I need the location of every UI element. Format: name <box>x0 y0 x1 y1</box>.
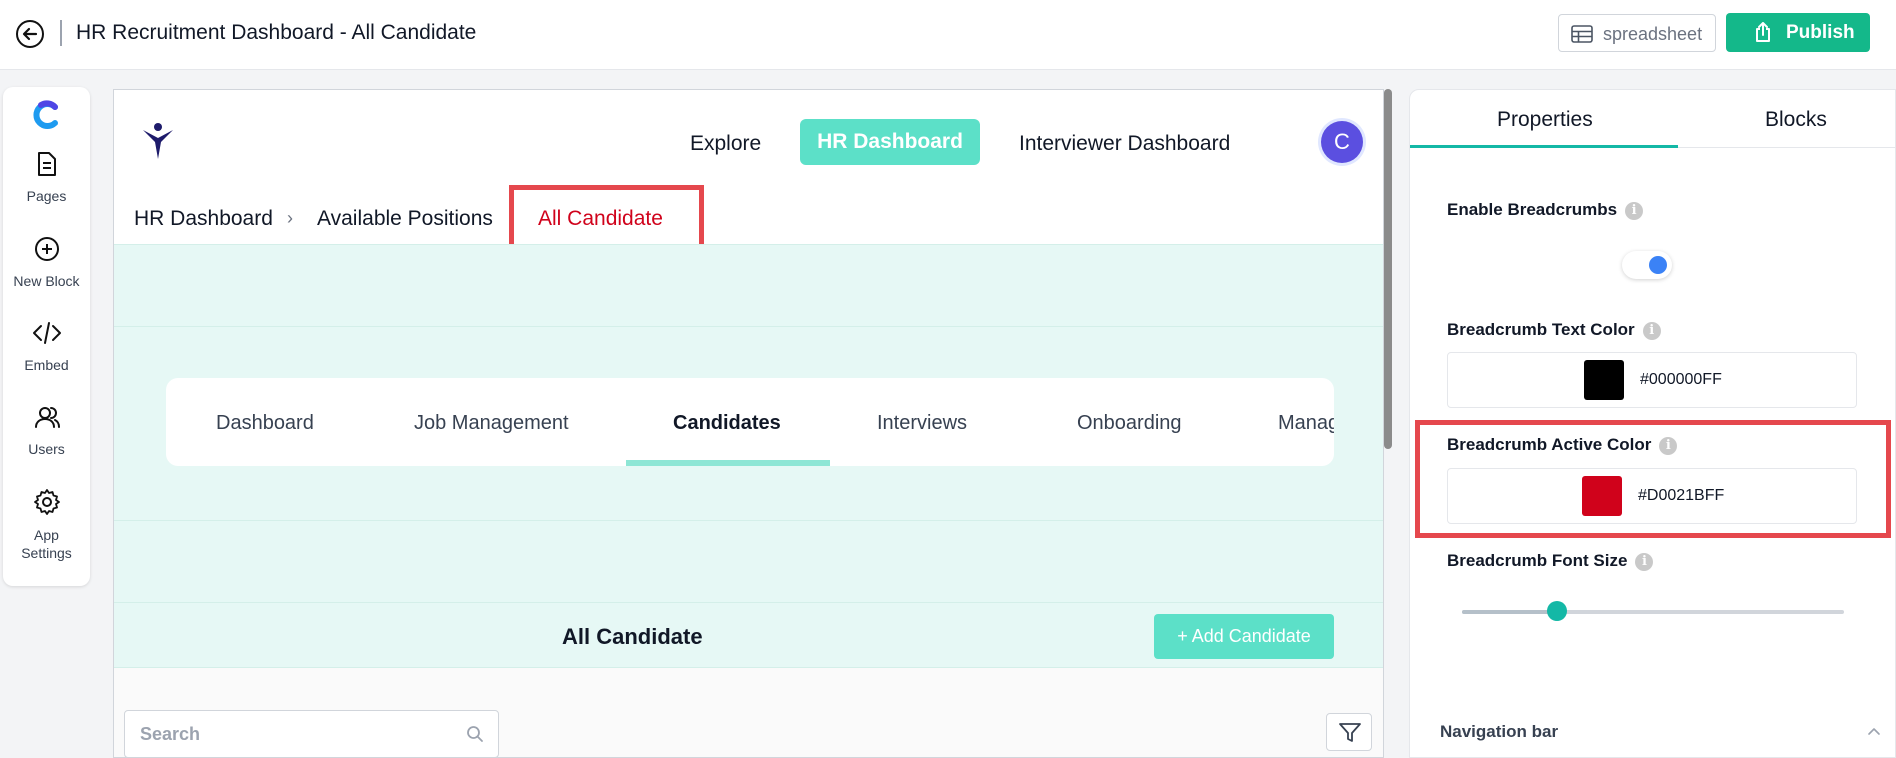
active-tab-indicator <box>1410 145 1678 148</box>
left-toolbar: Pages New Block Embed Users App Settings <box>3 87 90 586</box>
toggle-knob <box>1649 256 1667 274</box>
top-bar: HR Recruitment Dashboard - All Candidate… <box>0 0 1896 70</box>
color-value: #000000FF <box>1640 371 1722 388</box>
label-text: Breadcrumb Active Color <box>1447 435 1652 454</box>
color-value: #D0021BFF <box>1638 487 1725 504</box>
font-size-slider-fill <box>1462 610 1557 614</box>
active-color-label: Breadcrumb Active Color i <box>1447 435 1678 455</box>
nav-explore[interactable]: Explore <box>690 132 761 156</box>
gear-icon <box>33 489 60 515</box>
label-text: Breadcrumb Font Size <box>1447 551 1628 570</box>
info-icon[interactable]: i <box>1642 322 1661 340</box>
info-icon[interactable]: i <box>1659 437 1678 455</box>
info-icon[interactable]: i <box>1635 553 1654 571</box>
brand-logo <box>143 123 173 159</box>
navigation-bar-section[interactable]: Navigation bar <box>1440 722 1558 742</box>
label-text: Enable Breadcrumbs <box>1447 200 1618 219</box>
tab-dashboard[interactable]: Dashboard <box>216 412 314 435</box>
breadcrumb-separator: › <box>287 208 293 228</box>
tab-onboarding[interactable]: Onboarding <box>1077 412 1182 435</box>
code-icon <box>32 322 61 344</box>
tab-interviews[interactable]: Interviews <box>877 412 967 435</box>
breadcrumb-item-active[interactable]: All Candidate <box>538 207 663 231</box>
publish-button[interactable]: Publish <box>1726 13 1870 52</box>
section-title: All Candidate <box>562 624 703 649</box>
tool-label: New Block <box>13 273 80 289</box>
color-swatch[interactable] <box>1584 360 1624 400</box>
divider <box>114 244 1383 245</box>
spreadsheet-label: spreadsheet <box>1603 24 1703 44</box>
tab-bar: Dashboard Job Management Candidates Inte… <box>166 378 1334 466</box>
publish-label: Publish <box>1786 22 1855 43</box>
tab-manage[interactable]: Manag <box>1278 412 1334 435</box>
app-logo <box>33 100 58 129</box>
enable-breadcrumbs-label: Enable Breadcrumbs i <box>1447 200 1644 220</box>
app-canvas: Explore HR Dashboard Interviewer Dashboa… <box>113 89 1384 758</box>
divider <box>114 520 1383 521</box>
nav-interviewer-dashboard[interactable]: Interviewer Dashboard <box>1019 132 1230 156</box>
users-icon <box>34 407 60 428</box>
tab-candidates[interactable]: Candidates <box>673 412 781 435</box>
font-size-slider-thumb[interactable] <box>1547 601 1567 621</box>
font-size-label: Breadcrumb Font Size i <box>1447 551 1654 571</box>
avatar[interactable]: C <box>1321 121 1363 163</box>
back-icon[interactable] <box>16 20 44 48</box>
tool-label: Users <box>28 441 65 457</box>
chevron-up-icon[interactable] <box>1867 726 1881 736</box>
properties-panel: Properties Blocks Enable Breadcrumbs i Br… <box>1409 89 1896 758</box>
tool-label: Pages <box>26 188 67 204</box>
filter-button[interactable] <box>1326 713 1372 751</box>
label-text: Breadcrumb Text Color <box>1447 320 1635 339</box>
search-icon <box>467 726 483 742</box>
divider <box>114 326 1383 327</box>
page-title: HR Recruitment Dashboard - All Candidate <box>76 21 477 44</box>
tool-embed[interactable]: Embed <box>3 320 90 374</box>
tool-label: Embed <box>24 357 69 373</box>
tool-new-block[interactable]: New Block <box>3 236 90 290</box>
text-color-field[interactable]: #000000FF <box>1447 352 1857 408</box>
filter-icon <box>1339 723 1361 742</box>
add-candidate-button[interactable]: + Add Candidate <box>1154 614 1334 659</box>
tool-pages[interactable]: Pages <box>3 151 90 205</box>
search-input[interactable]: Search <box>124 710 499 757</box>
active-color-field[interactable]: #D0021BFF <box>1447 468 1857 524</box>
nav-hr-dashboard[interactable]: HR Dashboard <box>800 119 980 165</box>
search-placeholder: Search <box>140 724 201 744</box>
breadcrumb-item-hr-dashboard[interactable]: HR Dashboard <box>134 207 273 231</box>
tab-properties[interactable]: Properties <box>1497 108 1593 132</box>
color-swatch[interactable] <box>1582 476 1622 516</box>
canvas-scrollbar[interactable] <box>1384 89 1392 449</box>
plus-circle-icon <box>34 237 59 261</box>
enable-breadcrumbs-toggle[interactable] <box>1622 251 1672 279</box>
pages-icon <box>37 152 56 176</box>
text-color-label: Breadcrumb Text Color i <box>1447 320 1661 340</box>
header-divider <box>60 20 62 46</box>
tool-label: App Settings <box>21 527 72 561</box>
tab-job-management[interactable]: Job Management <box>414 412 569 435</box>
active-tab-indicator <box>626 460 830 466</box>
info-icon[interactable]: i <box>1625 202 1644 220</box>
table-icon <box>1571 25 1593 43</box>
share-icon <box>1756 22 1770 42</box>
tool-users[interactable]: Users <box>3 404 90 458</box>
spreadsheet-button[interactable]: spreadsheet <box>1558 14 1716 52</box>
candidates-header: All Candidate + Add Candidate <box>114 602 1383 668</box>
tab-blocks[interactable]: Blocks <box>1765 108 1827 132</box>
tool-app-settings[interactable]: App Settings <box>3 488 90 562</box>
breadcrumb-item-available-positions[interactable]: Available Positions <box>317 207 493 231</box>
